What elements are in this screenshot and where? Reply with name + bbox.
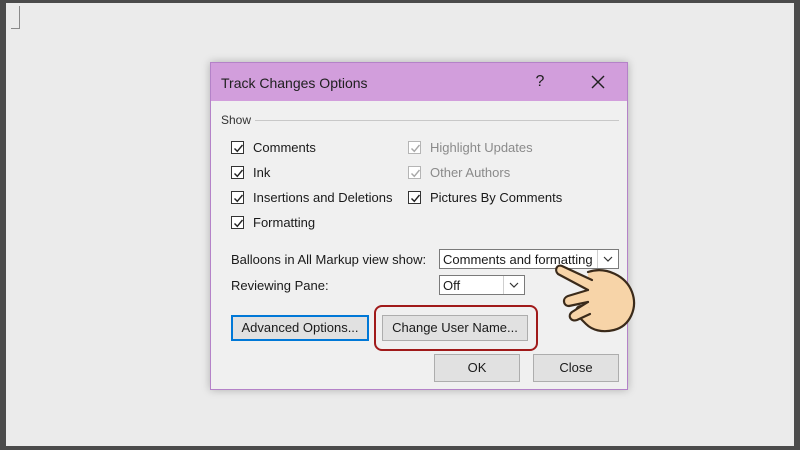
insertions-deletions-checkbox[interactable]: Insertions and Deletions [231,188,392,206]
reviewing-pane-label: Reviewing Pane: [231,278,329,293]
comments-label: Comments [253,139,316,155]
insertions-deletions-label: Insertions and Deletions [253,189,393,205]
ink-checkbox[interactable]: Ink [231,163,270,181]
show-group-label: Show [221,113,252,127]
highlight-ring [374,305,538,351]
document-page-corner [11,6,20,29]
other-authors-label: Other Authors [430,164,511,180]
comments-checkbox[interactable]: Comments [231,138,316,156]
highlight-updates-checkbox: Highlight Updates [408,138,533,156]
ink-label: Ink [253,164,271,180]
chevron-down-icon[interactable] [503,276,524,294]
formatting-label: Formatting [253,214,316,230]
close-button[interactable]: Close [533,354,619,382]
reviewing-pane-select[interactable]: Off [439,275,525,295]
group-divider [255,120,619,121]
other-authors-checkbox: Other Authors [408,163,510,181]
check-icon [408,190,421,204]
check-icon [408,140,421,154]
pictures-by-comments-label: Pictures By Comments [430,189,563,205]
balloons-label: Balloons in All Markup view show: [231,252,427,267]
check-icon [408,165,421,179]
highlight-updates-label: Highlight Updates [430,139,533,155]
check-icon [231,165,244,179]
formatting-checkbox[interactable]: Formatting [231,213,315,231]
ok-button[interactable]: OK [434,354,520,382]
check-icon [231,215,244,229]
reviewing-pane-value: Off [443,278,461,293]
advanced-options-button[interactable]: Advanced Options... [231,315,369,341]
check-icon [231,190,244,204]
check-icon [231,140,244,154]
pictures-by-comments-checkbox[interactable]: Pictures By Comments [408,188,562,206]
dialog-titlebar: Track Changes Options ? [211,63,627,101]
close-icon[interactable] [585,69,611,95]
help-button[interactable]: ? [527,69,553,95]
dialog-title: Track Changes Options [221,75,368,91]
pointing-hand-icon [548,242,640,341]
